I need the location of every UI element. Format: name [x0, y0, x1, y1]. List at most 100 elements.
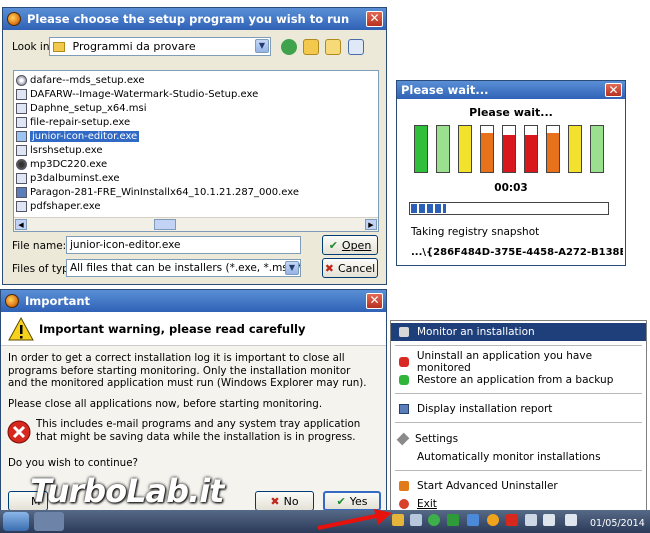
horizontal-scrollbar[interactable]: ◀ ▶	[14, 217, 378, 231]
files-of-type-combo[interactable]: All files that can be installers (*.exe,…	[66, 259, 301, 277]
open-dialog: Please choose the setup program you wish…	[2, 7, 387, 285]
check-icon: ✔	[336, 494, 346, 508]
close-icon[interactable]: ✕	[366, 293, 383, 309]
tray-check-icon[interactable]	[447, 514, 459, 526]
menu-separator	[395, 393, 642, 394]
exit-icon	[399, 499, 409, 509]
tray-network-icon[interactable]	[410, 514, 422, 526]
watermark-logo: TurboLab.it	[30, 472, 224, 510]
open-dialog-title: Please choose the setup program you wish…	[27, 12, 350, 26]
bar-4	[480, 125, 494, 173]
menu-item-settings[interactable]: Settings	[391, 430, 646, 448]
wait-dialog-titlebar: Please wait...	[397, 81, 625, 99]
red-arrow-annotation	[317, 509, 392, 530]
file-icon	[16, 103, 27, 114]
warning-paragraph-2: Please close all applications now, befor…	[8, 398, 323, 410]
tray-security-icon[interactable]	[428, 514, 440, 526]
list-item[interactable]: Paragon-281-FRE_WinInstallx64_10.1.21.28…	[16, 186, 299, 199]
no-button[interactable]: ✖ No	[255, 491, 314, 511]
new-folder-icon[interactable]	[325, 39, 341, 55]
list-item[interactable]: file-repair-setup.exe	[16, 116, 130, 129]
open-button[interactable]: ✔ Open	[322, 235, 378, 255]
warning-question: Do you wish to continue?	[8, 457, 138, 469]
list-item[interactable]: dafare--mds_setup.exe	[16, 74, 145, 87]
file-icon	[16, 89, 27, 100]
menu-separator	[395, 345, 642, 346]
list-item[interactable]: mp3DC220.exe	[16, 158, 107, 171]
file-icon	[16, 159, 27, 170]
tray-red-icon[interactable]	[506, 514, 518, 526]
bar-8	[568, 125, 582, 173]
tray-display-icon[interactable]	[525, 514, 537, 526]
list-item[interactable]: Daphne_setup_x64.msi	[16, 102, 147, 115]
open-dialog-titlebar: Please choose the setup program you wish…	[3, 8, 386, 30]
bar-5	[502, 125, 516, 173]
warning-dialog-titlebar: Important	[1, 290, 386, 312]
wait-heading: Please wait...	[469, 106, 553, 119]
list-item[interactable]: lsrshsetup.exe	[16, 144, 103, 157]
menu-item-auto-monitor[interactable]: Automatically monitor installations	[391, 448, 646, 466]
scroll-right-icon[interactable]: ▶	[365, 219, 377, 230]
view-menu-icon[interactable]	[348, 39, 364, 55]
taskbar-app-button[interactable]	[34, 512, 64, 531]
look-in-label: Look in:	[12, 41, 54, 53]
chevron-down-icon[interactable]: ▼	[255, 39, 269, 53]
tray-update-icon[interactable]	[487, 514, 499, 526]
back-icon[interactable]	[281, 39, 297, 55]
wait-dialog-title: Please wait...	[401, 83, 489, 97]
bar-6	[524, 125, 538, 173]
tray-flag-icon[interactable]	[543, 514, 555, 526]
app-icon	[5, 294, 19, 308]
monitor-icon	[399, 327, 409, 337]
warning-icon	[8, 317, 34, 341]
tray-antivirus-icon[interactable]	[467, 514, 479, 526]
list-item[interactable]: pdfshaper.exe	[16, 200, 101, 213]
close-icon[interactable]: ✕	[366, 11, 383, 27]
menu-separator	[395, 470, 642, 471]
warning-dialog-title: Important	[25, 294, 91, 308]
list-item-selected[interactable]: junior-icon-editor.exe	[16, 130, 140, 143]
list-item[interactable]: p3dalbuminst.exe	[16, 172, 120, 185]
file-icon	[16, 201, 27, 212]
uninstaller-icon	[399, 481, 409, 491]
warning-paragraph-3: This includes e-mail programs and any sy…	[36, 418, 361, 443]
warning-paragraph-1: In order to get a correct installation l…	[8, 352, 367, 389]
close-icon[interactable]: ✕	[605, 83, 622, 97]
scroll-thumb[interactable]	[154, 219, 176, 230]
file-icon	[16, 187, 27, 198]
menu-item-start-uninstaller[interactable]: Start Advanced Uninstaller	[391, 477, 646, 495]
progress-fill	[411, 204, 446, 213]
wait-timer: 00:03	[494, 182, 528, 194]
menu-item-monitor-installation[interactable]: Monitor an installation	[391, 323, 646, 341]
error-icon	[7, 420, 31, 444]
warning-heading: Important warning, please read carefully	[39, 322, 306, 336]
scroll-left-icon[interactable]: ◀	[15, 219, 27, 230]
menu-item-display-report[interactable]: Display installation report	[391, 400, 646, 418]
bar-7	[546, 125, 560, 173]
file-list[interactable]: dafare--mds_setup.exe DAFARW--Image-Wate…	[13, 70, 379, 232]
up-folder-icon[interactable]	[303, 39, 319, 55]
cancel-button[interactable]: ✖ Cancel	[322, 258, 378, 278]
bar-3	[458, 125, 472, 173]
menu-item-restore-backup[interactable]: Restore an application from a backup	[391, 371, 646, 389]
wait-path: ...\{286F484D-375E-4458-A272-B138E2F80/	[411, 247, 623, 258]
check-icon: ✔	[328, 238, 338, 252]
file-icon	[16, 117, 27, 128]
chevron-down-icon[interactable]: ▼	[285, 261, 299, 275]
tray-volume-icon[interactable]	[565, 514, 577, 526]
wait-dialog: Please wait... ✕ Please wait... 00:03 Ta…	[396, 80, 626, 266]
warning-header-band: Important warning, please read carefully	[1, 312, 386, 346]
green-status-icon	[399, 375, 409, 385]
file-name-input[interactable]: junior-icon-editor.exe	[66, 236, 301, 254]
file-name-label: File name:	[12, 240, 67, 252]
list-item[interactable]: DAFARW--Image-Watermark-Studio-Setup.exe	[16, 88, 258, 101]
tray-context-menu: Monitor an installation Uninstall an app…	[390, 320, 647, 515]
file-icon	[16, 173, 27, 184]
menu-item-uninstall-monitored[interactable]: Uninstall an application you have monito…	[391, 350, 646, 374]
file-icon	[16, 75, 27, 86]
look-in-combo[interactable]: Programmi da provare ▼	[49, 37, 271, 56]
taskbar-date[interactable]: 01/05/2014	[590, 518, 645, 529]
bar-9	[590, 125, 604, 173]
file-icon	[16, 145, 27, 156]
start-button[interactable]	[3, 512, 29, 531]
